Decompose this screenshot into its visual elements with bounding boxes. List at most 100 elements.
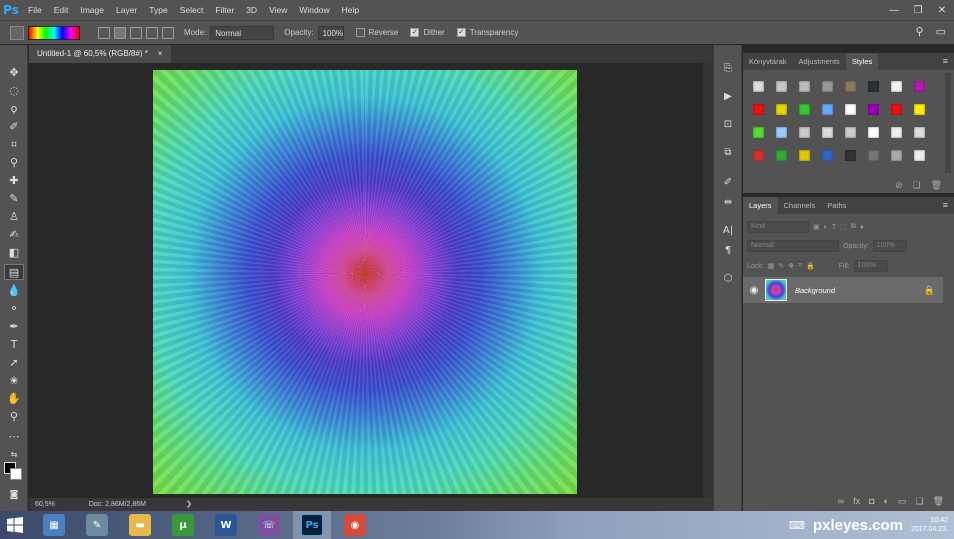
healing-brush-tool-icon[interactable]: ✚: [4, 173, 24, 189]
layer-row-background[interactable]: ◉ Background 🔒: [743, 277, 943, 303]
style-swatch[interactable]: [908, 121, 930, 143]
menu-file[interactable]: File: [22, 5, 48, 15]
move-tool-icon[interactable]: ✥: [4, 65, 24, 81]
new-group-icon[interactable]: ▭: [898, 496, 907, 507]
lasso-tool-icon[interactable]: ϙ: [4, 101, 24, 117]
style-swatch[interactable]: [862, 98, 884, 120]
style-swatch[interactable]: [908, 75, 930, 97]
panel-menu-icon[interactable]: ≡: [943, 56, 948, 66]
vertical-scrollbar[interactable]: [703, 63, 713, 498]
style-swatch[interactable]: [770, 144, 792, 166]
windows-start-icon[interactable]: [0, 511, 30, 539]
style-swatch[interactable]: [770, 98, 792, 120]
status-menu-arrow[interactable]: ❯: [186, 501, 192, 508]
document-canvas[interactable]: [153, 70, 577, 494]
link-layers-icon[interactable]: ∞: [838, 496, 844, 507]
fill-field[interactable]: 100%: [853, 260, 888, 272]
more-tools-icon[interactable]: ⋯: [4, 429, 24, 445]
tab-paths[interactable]: Paths: [821, 197, 852, 214]
path-selection-tool-icon[interactable]: ➚: [4, 355, 24, 371]
reflected-gradient-button[interactable]: [146, 26, 158, 39]
style-swatch[interactable]: [839, 98, 861, 120]
restore-button[interactable]: ❐: [906, 5, 930, 16]
pen-tool-icon[interactable]: ✒: [4, 319, 24, 335]
filter-type-icon[interactable]: T: [832, 224, 836, 231]
eyedropper-tool-icon[interactable]: ⚲: [4, 155, 24, 171]
marquee-tool-icon[interactable]: ◌: [4, 83, 24, 99]
lock-all-icon[interactable]: 🔒: [806, 262, 815, 270]
taskbar-calculator[interactable]: ▦: [35, 511, 73, 539]
style-swatch[interactable]: [793, 144, 815, 166]
reverse-checkbox[interactable]: [355, 28, 365, 37]
mode-dropdown[interactable]: Normal: [210, 25, 275, 40]
style-swatch[interactable]: [747, 144, 769, 166]
keyboard-icon[interactable]: ⌨: [789, 519, 805, 532]
style-swatch[interactable]: [770, 121, 792, 143]
document-tab[interactable]: Untitled-1 @ 60,5% (RGB/8#) * ×: [29, 45, 171, 63]
adjustment-layer-icon[interactable]: ◐: [884, 496, 889, 507]
paragraph-icon[interactable]: ¶: [719, 243, 737, 259]
clone-stamp-tool-icon[interactable]: ♙: [4, 209, 24, 225]
crop-tool-icon[interactable]: ⌗: [4, 137, 24, 153]
menu-window[interactable]: Window: [293, 5, 335, 15]
brush-tool-icon[interactable]: ✎: [4, 191, 24, 207]
info-icon[interactable]: ⧉: [719, 145, 737, 161]
taskbar-viber[interactable]: ☏: [250, 511, 288, 539]
style-swatch[interactable]: [908, 144, 930, 166]
taskbar-word[interactable]: W: [207, 511, 245, 539]
style-swatch[interactable]: [908, 98, 930, 120]
filter-smart-icon[interactable]: ⧉: [851, 223, 856, 231]
layer-opacity-field[interactable]: 100%: [872, 240, 907, 252]
character-icon[interactable]: A|: [719, 223, 737, 239]
style-swatch[interactable]: [793, 75, 815, 97]
brush-icon[interactable]: ✐: [719, 175, 737, 191]
quick-select-tool-icon[interactable]: ✐: [4, 119, 24, 135]
style-swatch[interactable]: [793, 98, 815, 120]
search-icon[interactable]: ⚲: [916, 25, 924, 38]
delete-layer-icon[interactable]: 🗑: [933, 496, 944, 507]
menu-layer[interactable]: Layer: [110, 5, 143, 15]
style-swatch[interactable]: [862, 75, 884, 97]
menu-edit[interactable]: Edit: [48, 5, 75, 15]
style-swatch[interactable]: [816, 144, 838, 166]
dodge-tool-icon[interactable]: ⚬: [4, 301, 24, 317]
new-style-icon[interactable]: ❏: [912, 180, 920, 191]
tool-preset-picker[interactable]: [10, 25, 24, 40]
add-mask-icon[interactable]: ◘: [869, 496, 874, 507]
blend-mode-dropdown[interactable]: Normal: [747, 240, 839, 252]
eraser-tool-icon[interactable]: ◧: [4, 245, 24, 261]
background-color-swatch[interactable]: [10, 468, 22, 480]
lock-position-icon[interactable]: ✥: [788, 262, 794, 270]
taskbar-utorrent[interactable]: µ: [164, 511, 202, 539]
clear-style-icon[interactable]: ⊘: [895, 180, 903, 191]
style-swatch[interactable]: [885, 121, 907, 143]
lock-artboard-icon[interactable]: ⌗: [798, 262, 802, 270]
tab-layers[interactable]: Layers: [743, 197, 778, 214]
transparency-checkbox[interactable]: ✓: [456, 28, 466, 37]
menu-select[interactable]: Select: [174, 5, 210, 15]
taskbar-explorer[interactable]: ▬: [121, 511, 159, 539]
properties-icon[interactable]: ⊡: [719, 117, 737, 133]
close-button[interactable]: ✕: [930, 5, 954, 16]
style-swatch[interactable]: [816, 121, 838, 143]
hand-tool-icon[interactable]: ✋: [4, 391, 24, 407]
3d-icon[interactable]: ⬡: [719, 271, 737, 287]
filter-image-icon[interactable]: ▣: [813, 223, 820, 231]
style-swatch[interactable]: [885, 98, 907, 120]
history-icon[interactable]: ⎘: [719, 61, 737, 77]
linear-gradient-button[interactable]: [98, 26, 110, 39]
styles-scrollbar[interactable]: [945, 73, 951, 173]
minimize-button[interactable]: —: [882, 5, 906, 16]
close-tab-icon[interactable]: ×: [158, 45, 163, 63]
gradient-picker[interactable]: [28, 25, 80, 40]
layers-menu-icon[interactable]: ≡: [943, 200, 948, 210]
swap-colors-icon[interactable]: ⇆: [4, 447, 24, 463]
delete-style-icon[interactable]: 🗑: [931, 180, 942, 191]
tab-adjustments[interactable]: Adjustments: [793, 53, 846, 70]
filter-adjust-icon[interactable]: ◐: [824, 224, 828, 231]
zoom-level[interactable]: 60,5%: [35, 501, 55, 508]
style-swatch[interactable]: [770, 75, 792, 97]
lock-pixels-icon[interactable]: ▦: [768, 262, 775, 270]
history-brush-tool-icon[interactable]: ✍: [4, 227, 24, 243]
taskbar-notes[interactable]: ✎: [78, 511, 116, 539]
